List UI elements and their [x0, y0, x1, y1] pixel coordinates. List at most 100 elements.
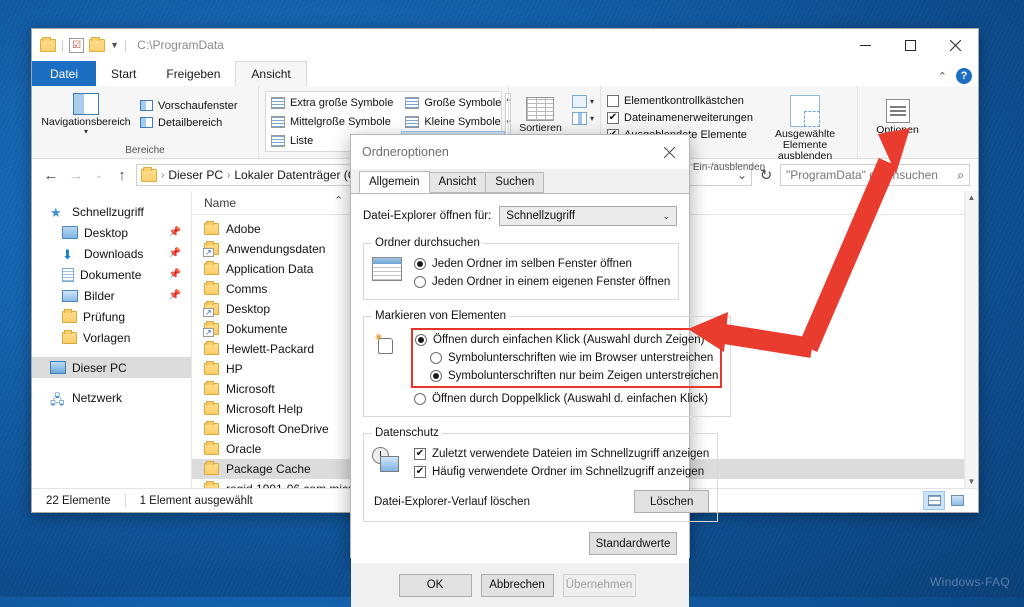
tab-ansicht[interactable]: Ansicht	[429, 172, 487, 193]
option-double-click[interactable]: Öffnen durch Doppelklick (Auswahl d. ein…	[414, 390, 722, 408]
add-columns-button[interactable]: ▾	[572, 95, 594, 108]
option-same-window[interactable]: Jeden Ordner im selben Fenster öffnen	[414, 255, 670, 273]
new-folder-icon[interactable]	[89, 39, 105, 52]
tab-allgemein[interactable]: Allgemein	[359, 171, 430, 193]
tab-datei[interactable]: Datei	[32, 61, 96, 86]
view-extra-large-icons[interactable]: Extra große Symbole	[267, 93, 397, 112]
radio-icon	[414, 258, 426, 270]
view-large-icons[interactable]: Große Symbole	[401, 93, 505, 112]
navigationsbereich-button[interactable]: Navigationsbereich ▾	[38, 89, 134, 135]
tab-freigeben[interactable]: Freigeben	[151, 61, 235, 86]
checkbox-icon: ✔	[607, 112, 619, 124]
option-label: Zuletzt verwendete Dateien im Schnellzug…	[432, 448, 709, 460]
sidebar-item-bilder[interactable]: Bilder 📌	[32, 285, 191, 306]
maximize-button[interactable]	[888, 29, 933, 61]
chevron-down-icon[interactable]: ▾	[590, 97, 594, 106]
chevron-up-icon[interactable]: ⌃	[938, 70, 947, 83]
open-explorer-select[interactable]: Schnellzugriff ⌄	[499, 206, 677, 226]
up-button[interactable]: ↑	[111, 164, 133, 186]
view-small-icons[interactable]: Kleine Symbole	[401, 112, 505, 131]
sidebar-item-schnellzugriff[interactable]: ★ Schnellzugriff	[32, 201, 191, 222]
details-view-button[interactable]	[923, 491, 945, 510]
elementkontrollkaestchen-label: Elementkontrollkästchen	[624, 95, 744, 107]
sidebar-item-label: Bilder	[84, 289, 115, 303]
pin-icon[interactable]: 📌	[169, 269, 181, 280]
details-pane-icon	[140, 117, 153, 128]
recent-locations-button[interactable]: ⌄	[90, 164, 108, 186]
size-columns-button[interactable]: ▾	[572, 112, 594, 125]
sidebar-item-downloads[interactable]: ⬇ Downloads 📌	[32, 243, 191, 264]
file-name: Microsoft	[226, 382, 275, 396]
search-icon[interactable]: ⌕	[957, 168, 964, 183]
scroll-up-icon[interactable]: ▲	[968, 193, 976, 202]
detailbereich-button[interactable]: Detailbereich	[140, 114, 238, 131]
sidebar-item-desktop[interactable]: Desktop 📌	[32, 222, 191, 243]
pin-icon[interactable]: 📌	[169, 248, 181, 259]
view-medium-icons[interactable]: Mittelgroße Symbole	[267, 112, 397, 131]
pin-icon[interactable]: 📌	[169, 227, 181, 238]
dialog-close-button[interactable]	[649, 135, 689, 169]
detailbereich-label: Detailbereich	[158, 117, 222, 129]
list-icon	[271, 135, 285, 147]
sidebar-item-vorlagen[interactable]: Vorlagen	[32, 327, 191, 348]
restore-defaults-button[interactable]: Standardwerte	[589, 532, 677, 555]
ausgewaehlte-elemente-ausblenden-button[interactable]: Ausgewählte Elemente ausblenden	[759, 89, 851, 162]
sidebar-item-dieser-pc[interactable]: Dieser PC	[32, 357, 191, 378]
chevron-down-icon[interactable]: ▾	[84, 128, 88, 135]
folder-icon	[141, 169, 157, 182]
option-label: Öffnen durch Doppelklick (Auswahl d. ein…	[432, 393, 708, 405]
tab-suchen[interactable]: Suchen	[485, 172, 544, 193]
checkbox-frequent-folders[interactable]: ✔ Häufig verwendete Ordner im Schnellzug…	[414, 463, 709, 481]
privacy-group: Datenschutz ✔ Zuletzt verwendete Dateien…	[363, 427, 718, 522]
tab-start[interactable]: Start	[96, 61, 151, 86]
hide-selected-items-icon	[790, 95, 820, 127]
chevron-down-icon[interactable]: ⌄	[662, 211, 670, 222]
option-underline-browser[interactable]: Symbolunterschriften wie im Browser unte…	[415, 349, 718, 367]
recent-files-icon	[372, 447, 402, 473]
tiles-view-button[interactable]	[946, 491, 968, 510]
file-name: Adobe	[226, 222, 261, 236]
option-single-click[interactable]: Öffnen durch einfachen Klick (Auswahl du…	[415, 331, 718, 349]
tab-ansicht[interactable]: Ansicht	[235, 61, 306, 86]
checkbox-recent-files[interactable]: ✔ Zuletzt verwendete Dateien im Schnellz…	[414, 445, 709, 463]
checkbox-icon	[607, 95, 619, 107]
view-toggle-buttons	[923, 491, 978, 510]
sidebar-item-pruefung[interactable]: Prüfung	[32, 306, 191, 327]
close-button[interactable]	[933, 29, 978, 61]
elementkontrollkaestchen-checkbox[interactable]: Elementkontrollkästchen	[607, 92, 753, 109]
chevron-down-icon[interactable]: ▾	[895, 136, 899, 143]
breadcrumb-item-lokaler-datentraeger[interactable]: Lokaler Datenträger (C:	[234, 168, 359, 182]
help-icon[interactable]: ?	[956, 68, 972, 84]
option-own-window[interactable]: Jeden Ordner in einem eigenen Fenster öf…	[414, 273, 670, 291]
optionen-button[interactable]: Optionen ▾	[864, 95, 931, 143]
cancel-button[interactable]: Abbrechen	[481, 574, 554, 597]
view-label: Kleine Symbole	[424, 116, 500, 128]
chevron-down-icon[interactable]: ▼	[110, 40, 119, 50]
vorschaufenster-button[interactable]: Vorschaufenster	[140, 97, 238, 114]
properties-icon[interactable]: ☑	[69, 38, 84, 53]
radio-icon	[430, 352, 442, 364]
pin-icon[interactable]: 📌	[169, 290, 181, 301]
shortcut-folder-icon	[204, 243, 219, 255]
back-button[interactable]: ←	[40, 164, 62, 186]
sidebar-item-dokumente[interactable]: Dokumente 📌	[32, 264, 191, 285]
restore-defaults-row: Standardwerte	[363, 532, 677, 555]
qat-divider-2: |	[124, 38, 127, 52]
sidebar-item-netzwerk[interactable]: 🖧 Netzwerk	[32, 387, 191, 408]
single-click-highlight-box: Öffnen durch einfachen Klick (Auswahl du…	[411, 328, 722, 388]
minimize-button[interactable]	[843, 29, 888, 61]
qat-divider-1: |	[61, 38, 64, 52]
file-name: HP	[226, 362, 243, 376]
option-underline-hover[interactable]: Symbolunterschriften nur beim Zeigen unt…	[415, 367, 718, 385]
scroll-down-icon[interactable]: ▼	[968, 477, 976, 486]
clear-history-button[interactable]: Löschen	[634, 490, 709, 513]
sortieren-button[interactable]: Sortieren	[515, 93, 566, 134]
checkbox-icon: ✔	[414, 466, 426, 478]
file-list-scrollbar[interactable]: ▲ ▼	[964, 191, 978, 488]
dateinamenerweiterungen-checkbox[interactable]: ✔ Dateinamenerweiterungen	[607, 109, 753, 126]
column-header-name[interactable]: Name ⌃	[204, 196, 374, 210]
ok-button[interactable]: OK	[399, 574, 472, 597]
breadcrumb-item-dieser-pc[interactable]: Dieser PC	[168, 168, 223, 182]
chevron-down-icon[interactable]: ▾	[590, 114, 594, 123]
browse-folders-legend: Ordner durchsuchen	[372, 237, 483, 249]
